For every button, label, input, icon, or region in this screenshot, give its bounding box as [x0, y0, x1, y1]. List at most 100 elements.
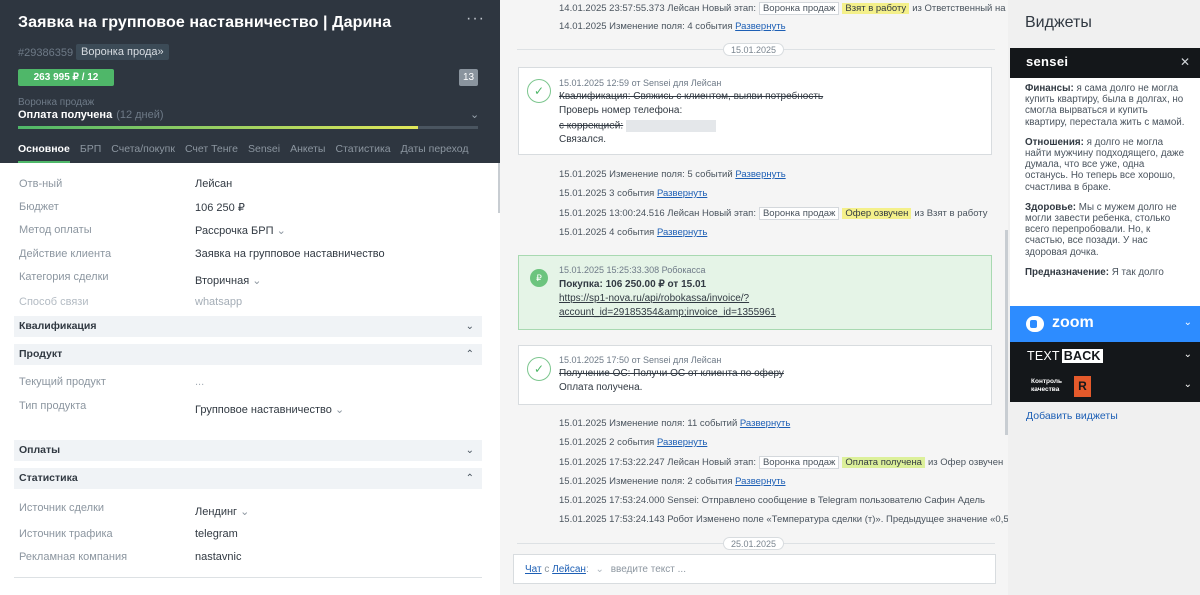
add-widgets-link[interactable]: Добавить виджеты [1026, 410, 1118, 422]
robokassa-icon: ₽ [530, 269, 548, 287]
chevron-down-icon: ⌄ [334, 404, 345, 416]
tab-sensei[interactable]: Sensei [248, 143, 280, 163]
quality-control-widget[interactable]: Контроль качества R ⌄ [1010, 372, 1200, 402]
textback-logo-box: BACK [1061, 349, 1103, 363]
chat-target: Чат с Лейсан: ⌄ введите текст ... [525, 564, 686, 575]
chevron-down-icon: ⌄ [240, 506, 250, 518]
product-type-select[interactable]: Групповое наставничество ⌄ [195, 403, 344, 416]
field-label: Источник сделки [19, 502, 105, 514]
widgets-title: Виджеты [1025, 14, 1092, 31]
field-current-product: Текущий продукт... [19, 374, 489, 392]
field-label: Действие клиента [19, 248, 112, 260]
close-icon[interactable]: ✕ [1180, 55, 1190, 69]
tab-main[interactable]: Основное [18, 143, 70, 163]
expand-link[interactable]: Развернуть [740, 418, 790, 429]
field-traffic-source: Источник трафика telegram [19, 526, 489, 544]
expand-link[interactable]: Развернуть [657, 227, 707, 238]
sensei-text: Я так долго [1108, 266, 1164, 278]
chevron-down-icon[interactable]: ⌄ [470, 108, 479, 121]
more-icon[interactable]: ··· [466, 10, 485, 28]
chat-placeholder[interactable]: введите текст ... [611, 564, 686, 575]
field-label: Рекламная компания [19, 551, 128, 563]
expand-link[interactable]: Развернуть [735, 169, 785, 180]
field-value[interactable]: telegram [195, 528, 238, 540]
event-text: 15.01.2025 Изменение поля: 11 событий [559, 418, 738, 429]
tab-forms[interactable]: Анкеты [290, 143, 325, 163]
event-text: из Ответственный на [912, 3, 1006, 14]
event-text: из Офер озвучен [927, 457, 1004, 468]
check-icon[interactable]: ✓ [527, 357, 551, 381]
event-text: 15.01.2025 Изменение поля: 5 событий [559, 169, 733, 180]
tab-invoices[interactable]: Счета/покупк [111, 143, 175, 163]
card-meta: 15.01.2025 12:59 от Sensei для Лейсан [559, 78, 722, 88]
sensei-label: Отношения: [1025, 136, 1084, 148]
deal-category-select[interactable]: Вторичная ⌄ [195, 274, 261, 287]
lead-tabs: Основное БРП Счета/покупк Счет Тенге Sen… [0, 143, 500, 163]
quality-label: Контроль качества [1031, 378, 1062, 394]
sensei-widget-header[interactable]: sensei ✕ [1010, 48, 1200, 78]
field-value[interactable]: nastavnic [195, 551, 241, 563]
feed-event: 15.01.2025 4 события Развернуть [559, 227, 707, 238]
feed-event: 15.01.2025 Изменение поля: 2 события Раз… [559, 476, 786, 487]
chat-input-box[interactable]: Чат с Лейсан: ⌄ введите текст ... [513, 554, 996, 584]
event-feed: 14.01.2025 23:57:55.373 Лейсан Новый эта… [500, 0, 1008, 595]
feed-event: 15.01.2025 17:53:24.143 Робот Изменено п… [559, 514, 1008, 525]
textback-widget[interactable]: TEXT BACK ⌄ [1010, 342, 1200, 372]
expand-link[interactable]: Развернуть [735, 21, 785, 32]
redacted-block [625, 120, 716, 132]
expand-link[interactable]: Развернуть [657, 437, 707, 448]
chevron-down-icon[interactable]: ⌄ [596, 564, 604, 575]
count-badge[interactable]: 13 [459, 69, 478, 86]
chevron-up-icon: ⌃ [465, 473, 474, 484]
expand-link[interactable]: Развернуть [657, 188, 707, 199]
lead-title[interactable]: Заявка на групповое наставничество | Дар… [18, 14, 391, 32]
tab-tenge-invoice[interactable]: Счет Тенге [185, 143, 238, 163]
field-value: Лендинг [195, 506, 238, 518]
field-label: Бюджет [19, 201, 59, 213]
section-statistics[interactable]: Статистика ⌃ [14, 468, 482, 489]
section-payments[interactable]: Оплаты ⌄ [14, 440, 482, 461]
textback-logo-text: TEXT [1027, 349, 1060, 363]
field-value[interactable]: 106 250 ₽ [195, 201, 245, 214]
expand-link[interactable]: Развернуть [735, 476, 785, 487]
invoice-link[interactable]: https://sp1-nova.ru/api/robokassa/invoic… [559, 293, 749, 304]
field-value[interactable]: Лейсан [195, 178, 232, 190]
pipeline-tag: Воронка продаж [758, 456, 840, 469]
stage-selector[interactable]: Оплата получена (12 дней) [18, 109, 164, 121]
tab-brp[interactable]: БРП [80, 143, 101, 163]
field-value[interactable]: whatsapp [195, 296, 242, 308]
field-product-type: Тип продукта Групповое наставничество ⌄ [19, 398, 489, 416]
chat-type-link[interactable]: Чат [525, 564, 542, 575]
quality-logo-icon: R [1074, 376, 1091, 397]
invoice-link[interactable]: account_id=29185354&amp;invoice_id=13559… [559, 307, 776, 318]
funnel-tag[interactable]: Воронка прода» [76, 44, 169, 60]
zoom-logo: zoom [1052, 314, 1094, 331]
stage-progress-bar [18, 126, 478, 129]
tab-statistics[interactable]: Статистика [335, 143, 390, 163]
sensei-label: Предназначение: [1025, 266, 1109, 278]
field-value[interactable]: Заявка на групповое наставничество [195, 248, 385, 260]
section-qualification[interactable]: Квалификация ⌄ [14, 316, 482, 337]
stage-name: Оплата получена [18, 109, 113, 121]
sensei-paragraph: Отношения: я долго не могла найти мужчин… [1025, 137, 1188, 193]
field-value[interactable]: ... [195, 376, 204, 388]
sensei-paragraph: Здоровье: Мы с мужем долго не могли заве… [1025, 202, 1188, 258]
zoom-camera-icon [1026, 316, 1044, 332]
field-client-action: Действие клиента Заявка на групповое наст… [19, 246, 489, 264]
payment-method-select[interactable]: Рассрочка БРП ⌄ [195, 224, 286, 237]
section-product[interactable]: Продукт ⌃ [14, 344, 482, 365]
zoom-widget[interactable]: zoom ⌄ [1010, 306, 1200, 342]
feed-event: 15.01.2025 17:53:24.000 Sensei: Отправле… [559, 495, 985, 506]
feed-event: 15.01.2025 3 события Развернуть [559, 188, 707, 199]
section-title: Оплаты [19, 444, 61, 456]
budget-badge[interactable]: 263 995 ₽ / 12 [18, 69, 114, 86]
feed-event: 15.01.2025 Изменение поля: 5 событий Раз… [559, 169, 786, 180]
deal-source-select[interactable]: Лендинг ⌄ [195, 505, 249, 518]
event-text: 15.01.2025 4 события [559, 227, 655, 238]
lead-id: #29386359 [18, 47, 74, 59]
field-label: Метод оплаты [19, 224, 92, 236]
tab-transition-dates[interactable]: Даты переход [401, 143, 469, 163]
quality-label-line: Контроль [1031, 378, 1062, 385]
chat-recipient-link[interactable]: Лейсан [552, 564, 586, 575]
check-icon[interactable]: ✓ [527, 79, 551, 103]
